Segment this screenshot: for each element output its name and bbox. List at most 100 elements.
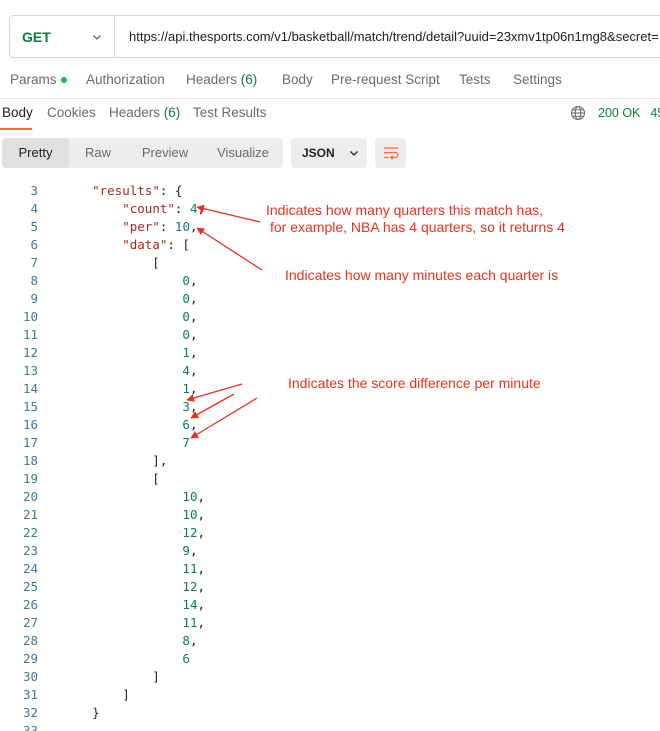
code-text: 12, — [62, 578, 205, 596]
code-text: 6 — [62, 650, 190, 668]
tab-label: Params — [10, 72, 57, 87]
raw-button[interactable]: Raw — [69, 138, 127, 168]
tab-tests[interactable]: Tests — [459, 72, 513, 87]
json-punctuation: , — [189, 363, 198, 378]
code-text: 6, — [62, 416, 197, 434]
line-number: 12 — [22, 345, 38, 360]
code-text: ] — [62, 686, 130, 704]
json-key: "per" — [122, 219, 160, 234]
json-punctuation — [62, 435, 182, 450]
json-punctuation: , — [197, 561, 206, 576]
code-line: 28 8, — [0, 632, 660, 650]
json-punctuation — [62, 561, 182, 576]
json-punctuation — [62, 237, 122, 252]
code-line: 15 3, — [0, 398, 660, 416]
code-text: 0, — [62, 272, 197, 290]
json-number: 6 — [182, 651, 190, 666]
code-text: 3, — [62, 398, 197, 416]
chevron-down-icon — [93, 34, 101, 40]
json-punctuation: , — [189, 327, 198, 342]
tab-label: Headers — [109, 105, 161, 120]
annotation-count: Indicates how many quarters this match h… — [266, 202, 544, 218]
tab-label: Settings — [513, 72, 562, 87]
line-number: 22 — [22, 525, 38, 540]
json-number: 6 — [182, 417, 190, 432]
code-line: 21 10, — [0, 506, 660, 524]
line-number: 6 — [30, 237, 38, 252]
json-punctuation — [62, 615, 182, 630]
code-text: 4, — [62, 362, 197, 380]
line-number: 17 — [22, 435, 38, 450]
tab-label: Cookies — [47, 105, 96, 120]
line-number: 33 — [22, 723, 38, 731]
code-text: [ — [62, 470, 160, 488]
globe-icon[interactable] — [570, 105, 586, 121]
method-select[interactable]: GET — [10, 16, 115, 57]
json-punctuation: [ — [62, 255, 160, 270]
code-text: ], — [62, 452, 167, 470]
json-punctuation — [62, 525, 182, 540]
tab-params[interactable]: Params — [10, 72, 86, 87]
json-key: "data" — [122, 237, 168, 252]
json-punctuation: , — [197, 597, 206, 612]
tab-response-body[interactable]: Body — [2, 105, 33, 120]
response-body-editor[interactable]: 3 "results": {4 "count": 4, 5 "per": 10, 6… — [0, 180, 660, 731]
json-punctuation — [62, 633, 182, 648]
line-number: 31 — [22, 687, 38, 702]
line-number: 25 — [22, 579, 38, 594]
json-key: "count" — [122, 201, 175, 216]
tab-label: Body — [2, 105, 33, 120]
url-input[interactable]: https://api.thesports.com/v1/basketball/… — [115, 29, 660, 44]
line-number: 26 — [22, 597, 38, 612]
response-time[interactable]: 45 — [650, 106, 660, 120]
code-line: 10 0, — [0, 308, 660, 326]
json-number: 12 — [182, 579, 198, 594]
language-select[interactable]: JSON — [291, 138, 367, 168]
tab-test-results[interactable]: Test Results — [193, 105, 267, 120]
json-punctuation: [ — [62, 471, 160, 486]
json-number: 10 — [182, 489, 198, 504]
line-number: 18 — [22, 453, 38, 468]
format-segmented-control: Pretty Raw Preview Visualize — [2, 138, 283, 168]
json-punctuation — [62, 381, 182, 396]
tab-body[interactable]: Body — [282, 72, 331, 87]
line-number: 11 — [22, 327, 38, 342]
tab-label: Pre-request Script — [331, 72, 440, 87]
tab-headers[interactable]: Headers (6) — [186, 72, 282, 87]
line-number: 15 — [22, 399, 38, 414]
pretty-button[interactable]: Pretty — [2, 138, 69, 168]
json-number: 1 — [182, 345, 190, 360]
json-number: 0 — [182, 309, 190, 324]
json-punctuation: ] — [62, 687, 130, 702]
tab-cookies[interactable]: Cookies — [47, 105, 96, 120]
json-number: 11 — [182, 561, 198, 576]
line-number: 27 — [22, 615, 38, 630]
code-line: 16 6, — [0, 416, 660, 434]
wrap-lines-button[interactable] — [375, 138, 406, 168]
code-text: } — [62, 704, 100, 722]
tab-label: Body — [282, 72, 313, 87]
line-number: 9 — [30, 291, 38, 306]
request-tabs: Params Authorization Headers (6) Body Pr… — [10, 72, 562, 87]
tab-pre-request-script[interactable]: Pre-request Script — [331, 72, 459, 87]
json-number: 8 — [182, 633, 190, 648]
status-code[interactable]: 200 OK — [598, 106, 640, 120]
tab-settings[interactable]: Settings — [513, 72, 562, 87]
tab-authorization[interactable]: Authorization — [86, 72, 186, 87]
tab-label: Headers — [186, 72, 238, 87]
tab-response-headers[interactable]: Headers (6) — [109, 105, 180, 120]
line-number: 28 — [22, 633, 38, 648]
tab-label: Tests — [459, 72, 491, 87]
json-number: 0 — [182, 327, 190, 342]
code-text: 1, — [62, 344, 197, 362]
visualize-button[interactable]: Visualize — [203, 138, 283, 168]
code-text: "count": 4, — [62, 200, 205, 218]
code-line: 18 ], — [0, 452, 660, 470]
code-text: 7 — [62, 434, 190, 452]
line-number: 20 — [22, 489, 38, 504]
code-text: "data": [ — [62, 236, 190, 254]
json-punctuation — [62, 579, 182, 594]
preview-button[interactable]: Preview — [127, 138, 203, 168]
json-punctuation: : { — [159, 183, 183, 198]
code-line: 24 11, — [0, 560, 660, 578]
